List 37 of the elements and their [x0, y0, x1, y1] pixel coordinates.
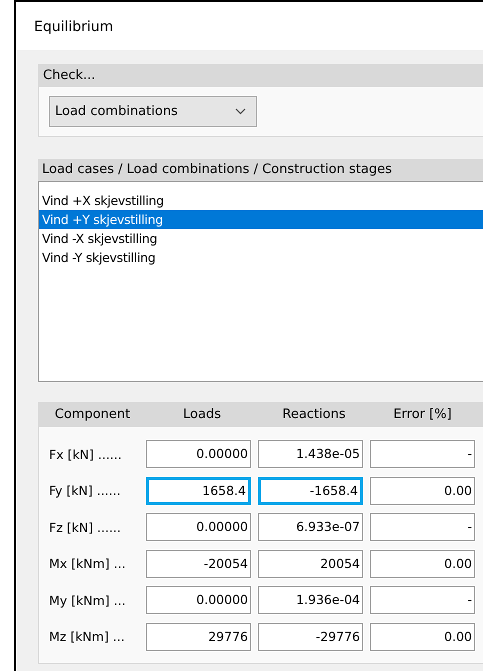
- value-field[interactable]: -: [370, 586, 475, 614]
- group-header: Load cases / Load combinations / Construction stages: [38, 159, 483, 181]
- value-field[interactable]: 1.438e-05: [258, 440, 363, 468]
- value-field[interactable]: -1658.4: [258, 476, 363, 505]
- value-field[interactable]: -: [370, 513, 475, 542]
- dropdown[interactable]: Load combinations: [49, 96, 257, 127]
- group-header: Check...: [39, 65, 483, 87]
- value-field[interactable]: 0.00: [370, 476, 475, 505]
- list-item[interactable]: Vind -X skjevstilling: [39, 229, 483, 248]
- column-header: Reactions: [281, 406, 347, 424]
- value-field[interactable]: -20054: [146, 550, 251, 578]
- value-field[interactable]: 0.00000: [146, 586, 251, 614]
- row-label: Fx [kN] ......: [49, 446, 123, 462]
- value-field[interactable]: 20054: [258, 550, 363, 578]
- value-field[interactable]: 1.936e-04: [258, 586, 363, 614]
- value-field[interactable]: 6.933e-07: [258, 513, 363, 542]
- value-field[interactable]: 0.00000: [146, 513, 251, 542]
- value-field[interactable]: -29776: [258, 622, 363, 651]
- row-label: My [kNm] ...: [49, 592, 127, 608]
- window-title: Equilibrium: [33, 18, 114, 37]
- value-field[interactable]: 0.00: [370, 550, 475, 578]
- column-header: Error [%]: [392, 406, 453, 424]
- value-field[interactable]: -: [370, 440, 475, 468]
- column-header: Loads: [182, 406, 222, 424]
- row-label: Mx [kNm] ...: [49, 556, 127, 572]
- row-label: Fz [kN] ......: [49, 520, 122, 535]
- list-item[interactable]: Vind +Y skjevstilling: [39, 210, 483, 229]
- value-field[interactable]: 1658.4: [146, 476, 251, 505]
- row-label: Fy [kN] ......: [49, 483, 122, 498]
- chevron-down-icon: [235, 108, 246, 115]
- list-item[interactable]: Vind -Y skjevstilling: [39, 248, 483, 267]
- value-field[interactable]: 0.00000: [146, 440, 251, 468]
- value-field[interactable]: 0.00: [370, 622, 475, 651]
- column-header: Component: [54, 406, 132, 424]
- row-label: Mz [kNm] ...: [49, 629, 126, 644]
- list-item[interactable]: Vind +X skjevstilling: [39, 191, 483, 210]
- value-field[interactable]: 29776: [146, 622, 251, 651]
